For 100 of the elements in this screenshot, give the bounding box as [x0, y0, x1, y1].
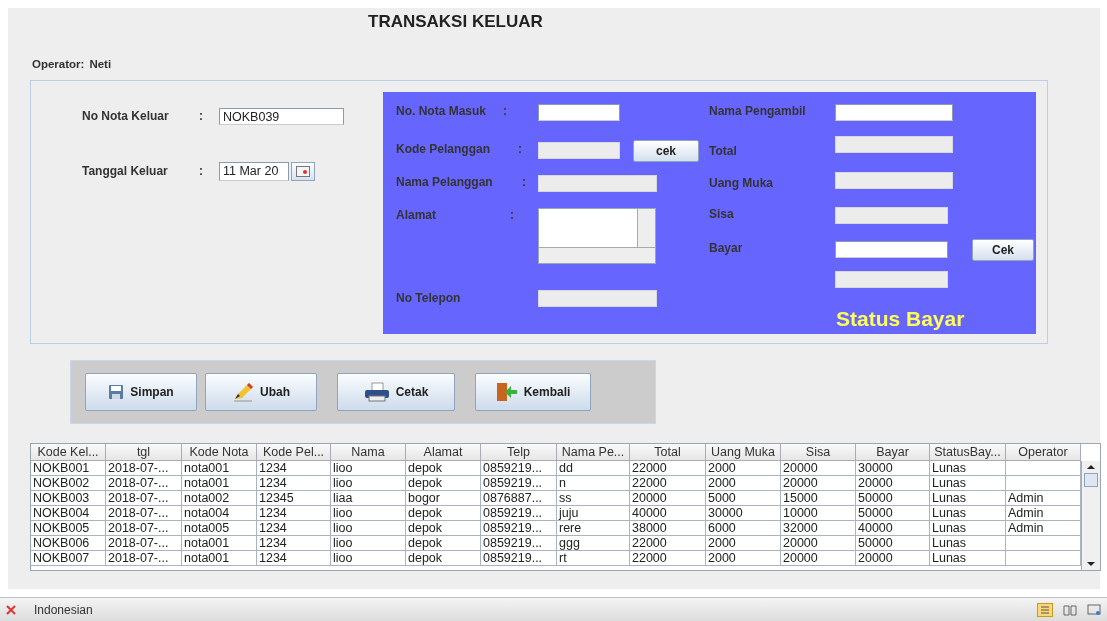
- field-label: Kode Pelanggan: [396, 142, 491, 156]
- table-cell: 50000: [856, 491, 930, 506]
- field-label: Nama Pengambil: [709, 104, 807, 118]
- column-header[interactable]: StatusBay...: [930, 444, 1006, 461]
- address-textarea[interactable]: [538, 208, 656, 264]
- table-scrollbar[interactable]: [1081, 461, 1100, 570]
- table-cell: liaa: [331, 491, 406, 506]
- table-cell: 5000: [706, 491, 781, 506]
- table-cell: depok: [406, 476, 481, 491]
- table-cell: depok: [406, 536, 481, 551]
- horizontal-scrollbar[interactable]: [539, 247, 655, 263]
- table-cell: dd: [557, 461, 630, 476]
- column-header[interactable]: Kode Pel...: [257, 444, 331, 461]
- column-header[interactable]: tgl: [106, 444, 182, 461]
- vertical-scrollbar[interactable]: [637, 209, 655, 247]
- table-cell: 38000: [630, 521, 706, 536]
- text-field[interactable]: [835, 241, 948, 258]
- table-cell: 2018-07-...: [106, 461, 182, 476]
- table-cell: 40000: [630, 506, 706, 521]
- table-cell: 2018-07-...: [106, 506, 182, 521]
- table-cell: depok: [406, 506, 481, 521]
- table-cell: 22000: [630, 461, 706, 476]
- table-cell: 30000: [856, 461, 930, 476]
- table-cell: 2018-07-...: [106, 551, 182, 566]
- column-header[interactable]: Nama: [331, 444, 406, 461]
- table-cell: Lunas: [930, 536, 1006, 551]
- table-cell: 20000: [781, 551, 856, 566]
- table-cell: 30000: [706, 506, 781, 521]
- proofing-error-icon: [6, 603, 16, 616]
- table-cell: NOKB006: [31, 536, 106, 551]
- table-cell: nota005: [182, 521, 257, 536]
- table-cell: lioo: [331, 476, 406, 491]
- table-cell: 10000: [781, 506, 856, 521]
- table-cell: 40000: [856, 521, 930, 536]
- table-cell: nota004: [182, 506, 257, 521]
- table-cell: NOKB002: [31, 476, 106, 491]
- column-header[interactable]: Total: [630, 444, 706, 461]
- table-cell: 0859219...: [481, 536, 557, 551]
- table-cell: 1234: [257, 551, 331, 566]
- table-cell: 32000: [781, 521, 856, 536]
- field-label: Tanggal Keluar: [82, 164, 169, 178]
- action-button[interactable]: Cetak: [337, 373, 455, 411]
- column-header[interactable]: Kode Nota: [182, 444, 257, 461]
- pencil-icon: [232, 382, 254, 402]
- column-header[interactable]: Nama Pe...: [557, 444, 630, 461]
- web-layout-icon: [1087, 603, 1101, 616]
- column-header[interactable]: Uang Muka: [706, 444, 781, 461]
- table-cell: ss: [557, 491, 630, 506]
- table-cell: 22000: [630, 476, 706, 491]
- table-cell: 2000: [706, 476, 781, 491]
- scroll-thumb[interactable]: [1084, 473, 1098, 487]
- table-cell: Lunas: [930, 551, 1006, 566]
- table-cell: juju: [557, 506, 630, 521]
- table-cell: bogor: [406, 491, 481, 506]
- column-header[interactable]: Operator: [1006, 444, 1081, 461]
- table-cell: Lunas: [930, 476, 1006, 491]
- table-cell: 0859219...: [481, 461, 557, 476]
- table-cell: 2000: [706, 551, 781, 566]
- table-cell: 22000: [630, 551, 706, 566]
- text-field[interactable]: [835, 104, 953, 121]
- table-cell: 6000: [706, 521, 781, 536]
- language-label[interactable]: Indonesian: [34, 602, 93, 617]
- table-cell: nota002: [182, 491, 257, 506]
- check-button[interactable]: Cek: [972, 239, 1034, 261]
- table-cell: 20000: [781, 461, 856, 476]
- column-header[interactable]: Bayar: [856, 444, 930, 461]
- column-header[interactable]: Sisa: [781, 444, 856, 461]
- table-cell: NOKB001: [31, 461, 106, 476]
- action-button[interactable]: Kembali: [475, 373, 591, 411]
- colon: :: [518, 142, 523, 156]
- table-cell: ggg: [557, 536, 630, 551]
- text-field[interactable]: NOKB039: [219, 107, 344, 125]
- text-field[interactable]: [538, 104, 620, 121]
- table-cell: lioo: [331, 521, 406, 536]
- table-cell: lioo: [331, 551, 406, 566]
- column-header[interactable]: Alamat: [406, 444, 481, 461]
- table-cell: rere: [557, 521, 630, 536]
- colon: :: [503, 104, 508, 118]
- table-cell: nota001: [182, 536, 257, 551]
- action-button[interactable]: Ubah: [205, 373, 317, 411]
- table-cell: 2000: [706, 536, 781, 551]
- calendar-button[interactable]: [291, 161, 315, 181]
- table-cell: 0859219...: [481, 476, 557, 491]
- column-header[interactable]: Kode Kel...: [31, 444, 106, 461]
- table-cell: Lunas: [930, 521, 1006, 536]
- table-cell: depok: [406, 551, 481, 566]
- table-cell: 22000: [630, 536, 706, 551]
- table-cell: Lunas: [930, 461, 1006, 476]
- table-cell: 1234: [257, 461, 331, 476]
- column-header[interactable]: Telp: [481, 444, 557, 461]
- date-field[interactable]: 11 Mar 20: [219, 161, 289, 181]
- colon: :: [199, 164, 204, 178]
- field-label: Bayar: [709, 241, 744, 255]
- exit-door-icon: [495, 382, 518, 402]
- table-cell: 12345: [257, 491, 331, 506]
- table-cell: 1234: [257, 521, 331, 536]
- table-cell: nota001: [182, 476, 257, 491]
- table-cell: 1234: [257, 476, 331, 491]
- table-cell: 0859219...: [481, 521, 557, 536]
- action-button[interactable]: Simpan: [85, 373, 197, 411]
